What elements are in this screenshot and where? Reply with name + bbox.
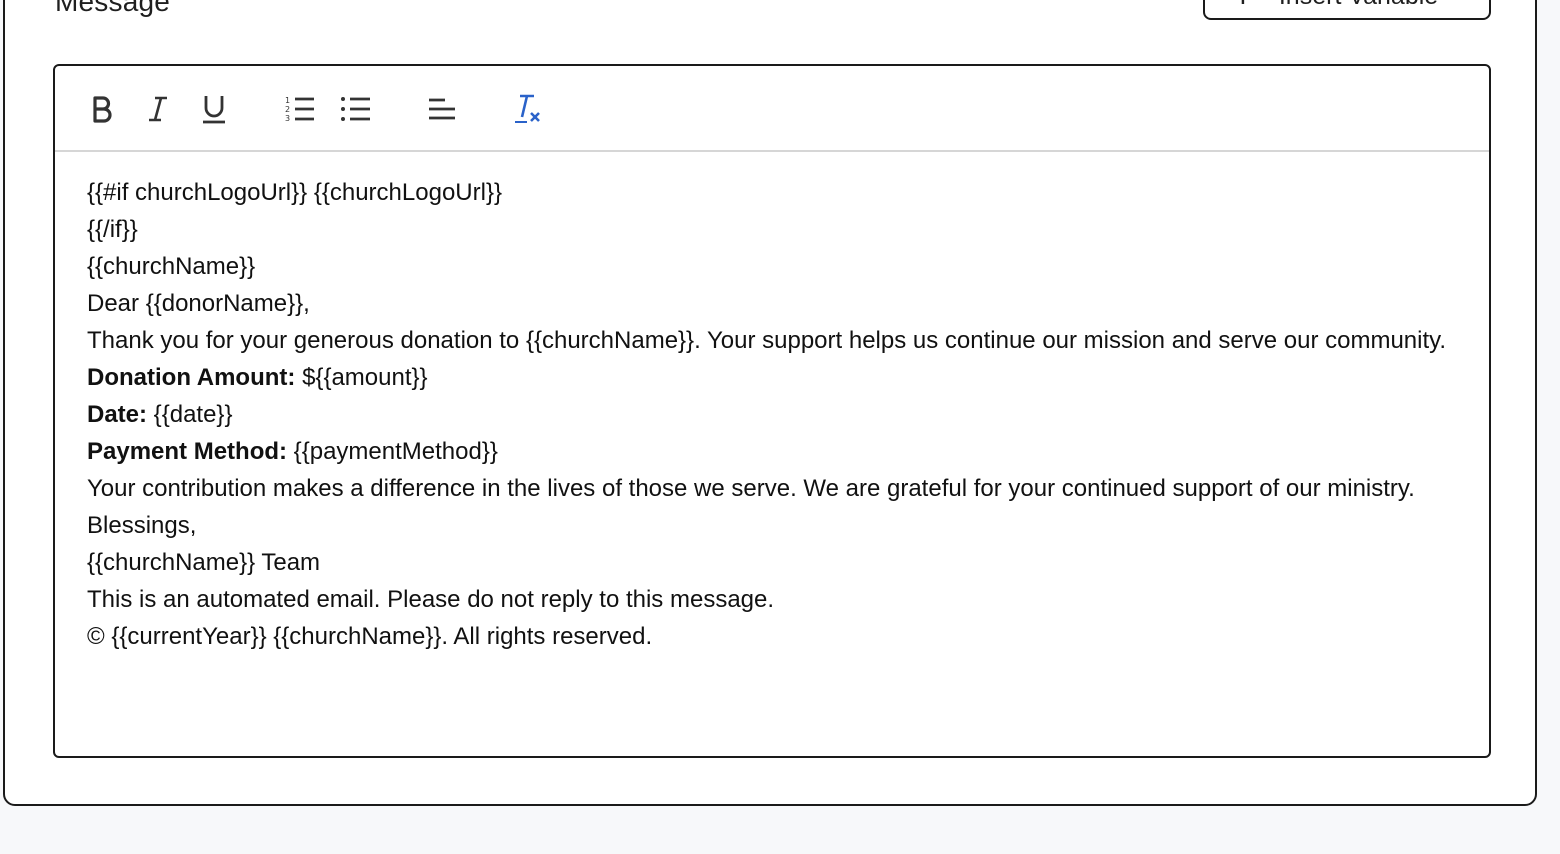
bold-icon <box>93 96 112 123</box>
date-label: Date: <box>87 401 148 428</box>
insert-variable-label: Insert Variable <box>1279 0 1438 11</box>
donation-amount-label: Donation Amount: <box>87 364 296 391</box>
content-line: © {{currentYear}} {{churchName}}. All ri… <box>87 623 653 650</box>
content-line: Your contribution makes a difference in … <box>87 475 1415 502</box>
ordered-list-button[interactable]: 1 2 3 <box>283 91 317 127</box>
donation-amount-value: ${{amount}} <box>295 364 428 391</box>
donation-amount-line: Donation Amount: ${{amount}} <box>87 359 1457 396</box>
align-button[interactable] <box>425 91 459 127</box>
content-line: {{churchName}} Team <box>87 549 321 576</box>
message-card: Message + Insert Variable <box>3 0 1537 806</box>
insert-variable-button[interactable]: + Insert Variable <box>1203 0 1491 20</box>
svg-text:3: 3 <box>285 114 290 123</box>
payment-method-line: Payment Method: {{paymentMethod}} <box>87 433 1457 470</box>
underline-button[interactable] <box>197 91 231 127</box>
content-line: This is an automated email. Please do no… <box>87 586 775 613</box>
svg-text:2: 2 <box>285 105 290 114</box>
section-title: Message <box>55 0 171 17</box>
content-line: Blessings, <box>87 512 197 539</box>
ordered-list-icon: 1 2 3 <box>285 96 314 123</box>
content-line: Dear {{donorName}}, <box>87 290 310 317</box>
plus-icon: + <box>1233 0 1253 13</box>
editor-content[interactable]: {{#if churchLogoUrl}} {{churchLogoUrl}} … <box>55 152 1489 655</box>
bullet-list-icon <box>341 97 370 121</box>
bold-button[interactable] <box>85 91 119 127</box>
content-line: Thank you for your generous donation to … <box>87 327 1447 354</box>
payment-method-label: Payment Method: <box>87 438 288 465</box>
clear-format-button[interactable] <box>511 91 545 127</box>
bullet-list-button[interactable] <box>339 91 373 127</box>
content-line: {{#if churchLogoUrl}} {{churchLogoUrl}} <box>87 179 502 206</box>
underline-icon <box>203 96 225 124</box>
clear-format-icon <box>515 94 540 123</box>
payment-method-value: {{paymentMethod}} <box>287 438 498 465</box>
content-line: {{/if}} <box>87 216 138 243</box>
rich-text-editor[interactable]: 1 2 3 {{#if churchLogoUrl}} {{churchLogo… <box>53 64 1491 758</box>
align-left-icon <box>429 98 455 120</box>
svg-text:1: 1 <box>285 96 290 105</box>
italic-button[interactable] <box>141 91 175 127</box>
date-value: {{date}} <box>147 401 233 428</box>
italic-icon <box>149 96 167 122</box>
date-line: Date: {{date}} <box>87 396 1457 433</box>
editor-toolbar: 1 2 3 <box>55 66 1489 152</box>
content-line: {{churchName}} <box>87 253 256 280</box>
